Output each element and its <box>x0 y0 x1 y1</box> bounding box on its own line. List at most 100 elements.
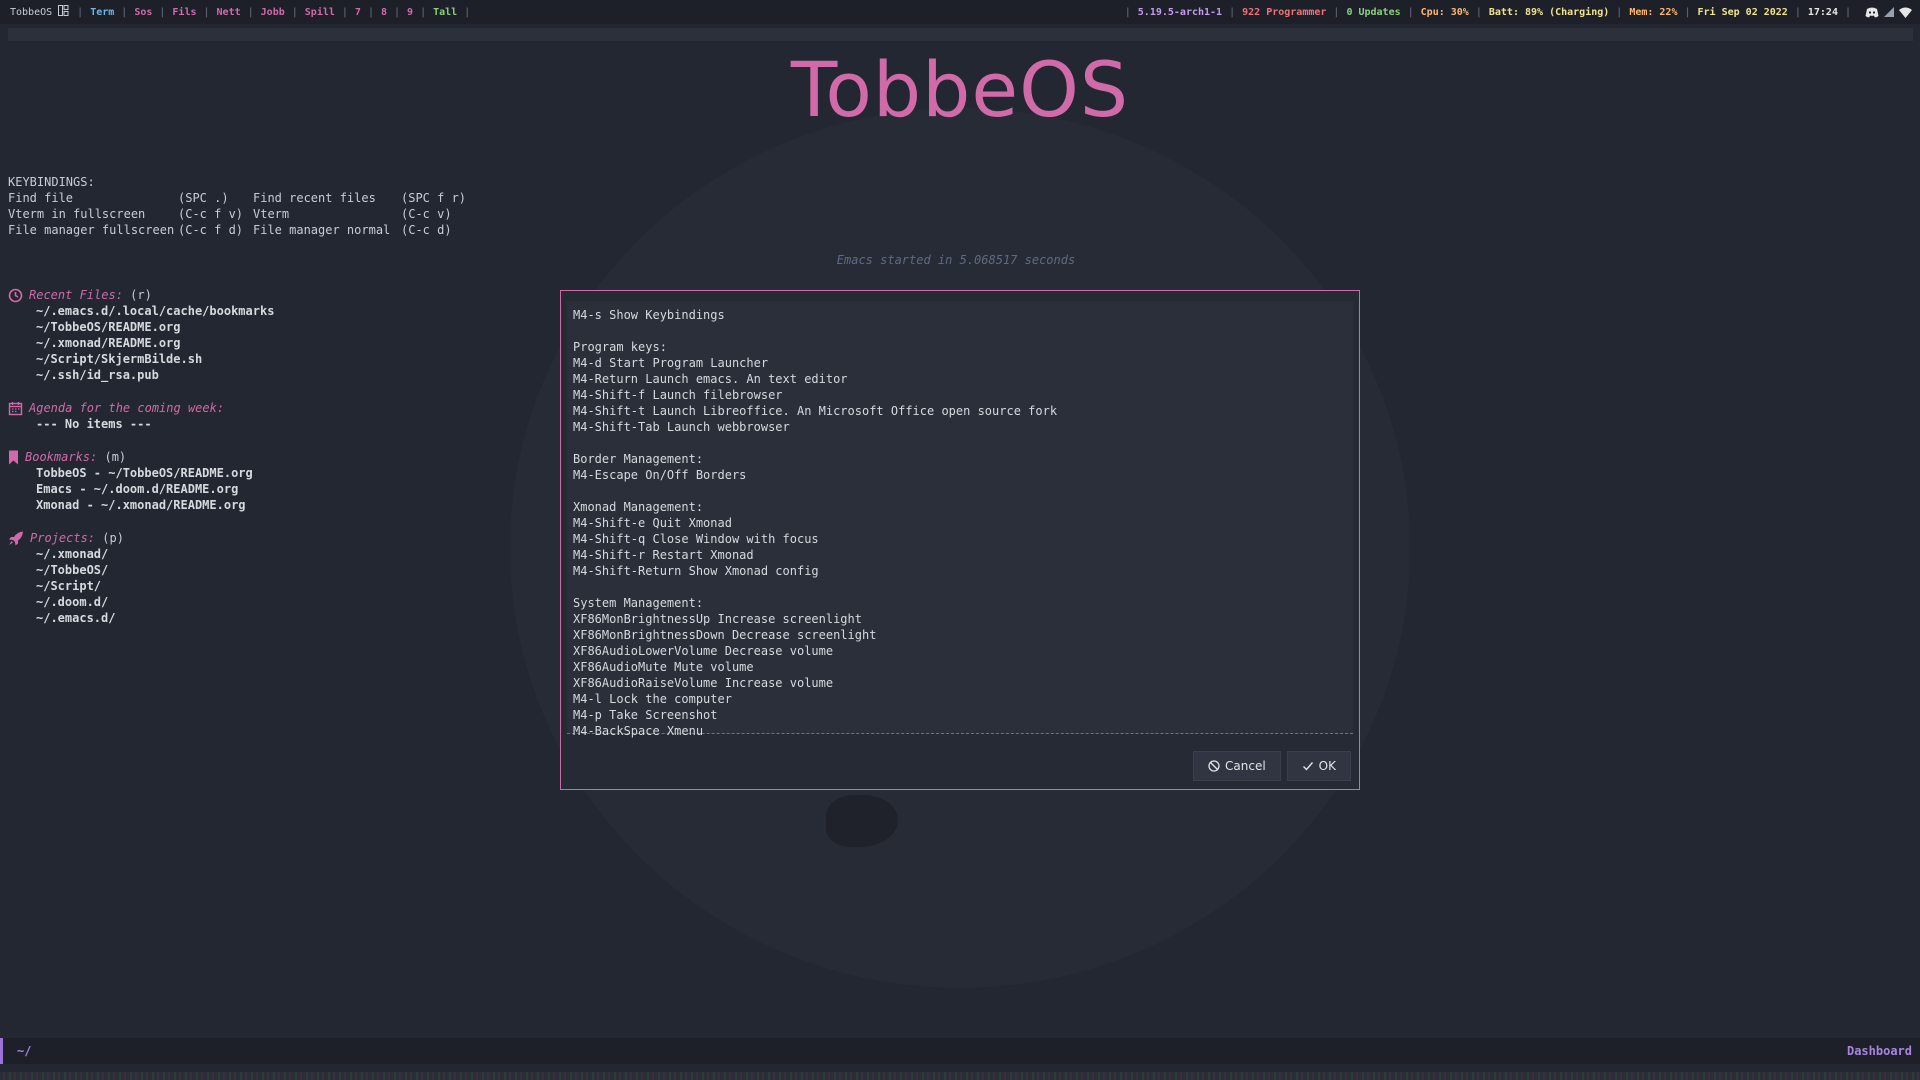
keybindings-header: KEYBINDINGS: <box>8 175 95 189</box>
cpu-usage: Cpu: 30% <box>1420 6 1469 18</box>
keybinding-key: (C-c v) <box>401 207 452 221</box>
dialog-line: Program keys: <box>573 340 667 354</box>
ok-label: OK <box>1318 759 1336 773</box>
dashboard-banner: TobbeOS <box>790 45 1130 134</box>
recent-files-section: Recent Files: (r) ~/.emacs.d/.local/cach… <box>8 287 274 383</box>
battery-status: Batt: 89% (Charging) <box>1488 6 1610 18</box>
workspace-list: | Term | Sos | Fils | Nett | Jobb | Spill | 7 |… <box>77 6 471 18</box>
recent-file-item[interactable]: ~/.emacs.d/.local/cache/bookmarks <box>8 303 274 319</box>
agenda-section: Agenda for the coming week: --- No items… <box>8 400 274 432</box>
layout-name[interactable]: Tall <box>426 7 464 18</box>
projects-title: Projects: <box>30 531 96 545</box>
workspace-term[interactable]: Term <box>83 7 121 18</box>
clock: 17:24 <box>1807 6 1838 18</box>
workspace-jobb[interactable]: Jobb <box>254 7 292 18</box>
dialog-blank-line <box>573 323 1353 339</box>
keybinding-name[interactable]: Vterm <box>253 206 401 222</box>
projects-key: (p) <box>102 531 124 545</box>
dialog-blank-line <box>573 579 1353 595</box>
workspace-spill[interactable]: Spill <box>298 7 342 18</box>
history-icon <box>8 288 23 303</box>
bookmark-icon <box>8 450 19 465</box>
dialog-line: M4-Shift-f Launch filebrowser <box>573 388 783 402</box>
keybinding-key: (C-c f v) <box>178 207 244 221</box>
workspace-nett[interactable]: Nett <box>210 7 248 18</box>
kernel-version: 5.19.5-arch1-1 <box>1137 6 1223 18</box>
workspace-7[interactable]: 7 <box>348 7 368 18</box>
recent-files-title: Recent Files: <box>29 288 123 302</box>
bookmarks-title: Bookmarks: <box>25 450 98 464</box>
project-item[interactable]: ~/TobbeOS/ <box>8 562 274 578</box>
dialog-line: M4-s Show Keybindings <box>573 308 725 322</box>
dialog-line: M4-l Lock the computer <box>573 692 732 706</box>
keybinding-name[interactable]: Find file <box>8 190 178 206</box>
cancel-icon <box>1208 760 1220 772</box>
dashboard-sections: Recent Files: (r) ~/.emacs.d/.local/cach… <box>8 287 274 626</box>
recent-file-item[interactable]: ~/.ssh/id_rsa.pub <box>8 367 274 383</box>
dialog-line: Xmonad Management: <box>573 500 704 514</box>
project-item[interactable]: ~/.emacs.d/ <box>8 610 274 626</box>
dialog-line: M4-Return Launch emacs. An text editor <box>573 372 848 386</box>
ok-button[interactable]: OK <box>1286 751 1351 781</box>
keybinding-key: (SPC f r) <box>401 191 467 205</box>
modeline-indicator <box>0 1038 3 1064</box>
wifi-icon[interactable] <box>1899 7 1912 18</box>
keybinding-row: Find file (SPC .) Find recent files (SPC… <box>8 190 466 206</box>
battery-icon[interactable] <box>1883 6 1895 18</box>
dialog-line: M4-Escape On/Off Borders <box>573 468 747 482</box>
dialog-blank-line <box>573 435 1353 451</box>
dialog-line: XF86AudioRaiseVolume Increase volume <box>573 676 834 690</box>
workspace-9[interactable]: 9 <box>400 7 420 18</box>
discord-icon[interactable] <box>1865 7 1879 18</box>
layout-icon <box>58 5 69 19</box>
uptime-status: 922 Programmer <box>1242 6 1327 18</box>
system-stats: | 5.19.5-arch1-1 | 922 Programmer | 0 Upda… <box>1125 0 1912 24</box>
keybinding-name[interactable]: File manager fullscreen <box>8 222 178 238</box>
bookmark-item[interactable]: Xmonad - ~/.xmonad/README.org <box>8 497 274 513</box>
keybinding-key: (C-c f d) <box>178 223 244 237</box>
minibuffer-strip <box>0 1072 1920 1080</box>
keybinding-key: (SPC .) <box>178 191 229 205</box>
bookmark-item[interactable]: TobbeOS - ~/TobbeOS/README.org <box>8 465 274 481</box>
agenda-title: Agenda for the coming week: <box>29 401 225 415</box>
dialog-line: XF86MonBrightnessUp Increase screenlight <box>573 612 862 626</box>
dialog-blank-line <box>573 483 1353 499</box>
recent-file-item[interactable]: ~/Script/SkjermBilde.sh <box>8 351 274 367</box>
recent-file-item[interactable]: ~/TobbeOS/README.org <box>8 319 274 335</box>
cancel-label: Cancel <box>1225 759 1266 773</box>
keybindings-dialog: M4-s Show Keybindings Program keys: M4-d S… <box>560 290 1360 790</box>
bookmarks-section: Bookmarks: (m) TobbeOS - ~/TobbeOS/READM… <box>8 449 274 513</box>
current-directory: ~/ <box>17 1044 32 1058</box>
dialog-line: XF86AudioMute Mute volume <box>573 660 754 674</box>
keybinding-name[interactable]: Find recent files <box>253 190 401 206</box>
dialog-text: M4-s Show Keybindings Program keys: M4-d S… <box>567 301 1353 739</box>
dialog-line: M4-Shift-t Launch Libreoffice. An Micros… <box>573 404 1058 418</box>
recent-file-item[interactable]: ~/.xmonad/README.org <box>8 335 274 351</box>
major-mode[interactable]: Dashboard <box>1847 1044 1912 1058</box>
workspace-sos[interactable]: Sos <box>127 7 159 18</box>
keybinding-row: File manager fullscreen (C-c f d) File m… <box>8 222 466 238</box>
dialog-buttons: Cancel OK <box>1193 751 1351 781</box>
dialog-line: Border Management: <box>573 452 704 466</box>
memory-usage: Mem: 22% <box>1629 6 1678 18</box>
bookmark-item[interactable]: Emacs - ~/.doom.d/README.org <box>8 481 274 497</box>
dialog-line: M4-Shift-r Restart Xmonad <box>573 548 754 562</box>
workspace-8[interactable]: 8 <box>374 7 394 18</box>
dialog-text-area[interactable]: M4-s Show Keybindings Program keys: M4-d S… <box>567 301 1353 738</box>
calendar-icon <box>8 401 23 416</box>
project-item[interactable]: ~/.doom.d/ <box>8 594 274 610</box>
keybinding-name[interactable]: File manager normal <box>253 222 401 238</box>
system-tray <box>1865 6 1912 18</box>
dialog-line: M4-BackSpace Xmenu <box>573 724 704 738</box>
dialog-line: M4-Shift-Tab Launch webbrowser <box>573 420 790 434</box>
updates-count: 0 Updates <box>1346 6 1401 18</box>
top-status-bar: TobbeOS | Term | Sos | Fils | Nett | Jobb | S… <box>0 0 1920 24</box>
project-item[interactable]: ~/Script/ <box>8 578 274 594</box>
workspace-fils[interactable]: Fils <box>165 7 203 18</box>
project-item[interactable]: ~/.xmonad/ <box>8 546 274 562</box>
keybinding-name[interactable]: Vterm in fullscreen <box>8 206 178 222</box>
workspace-area: TobbeOS | Term | Sos | Fils | Nett | Jobb | S… <box>0 0 470 24</box>
cancel-button[interactable]: Cancel <box>1193 751 1281 781</box>
check-icon <box>1302 762 1313 771</box>
dialog-line: M4-Shift-q Close Window with focus <box>573 532 819 546</box>
